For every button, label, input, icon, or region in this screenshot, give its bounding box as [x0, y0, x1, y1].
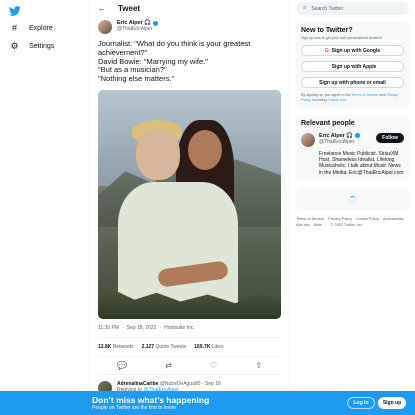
legal-prefix: By signing up, you agree to the — [301, 93, 351, 97]
signup-card: New to Twitter? Sign up now to get your … — [296, 22, 409, 108]
tweet-actions: 💬 ⇄ ♡ ⇪ — [98, 357, 281, 374]
relevant-people-title: Relevant people — [301, 119, 355, 127]
legal-and: and — [379, 93, 386, 97]
signup-title: New to Twitter? — [301, 27, 353, 34]
nav-settings-label: Settings — [29, 43, 55, 50]
verified-badge-icon — [153, 20, 159, 26]
likes-label: Likes — [211, 343, 224, 350]
legal-including: , including — [310, 97, 327, 102]
reply-icon[interactable]: 💬 — [117, 361, 127, 370]
retweets-count: 12.8K — [98, 343, 112, 350]
relevant-bio: Freelance Music Publicist. SiriusXM Host… — [319, 150, 404, 176]
footer-links: Terms of Service Privacy Policy Cookie P… — [296, 216, 409, 228]
apple-signup-button[interactable]: Sign up with Apple — [301, 61, 404, 72]
terms-link[interactable]: Terms of Service — [352, 93, 379, 97]
meta-dot: · — [201, 380, 204, 387]
like-icon[interactable]: ♡ — [210, 361, 217, 370]
nav-settings[interactable]: ⚙ Settings — [10, 42, 54, 51]
avatar[interactable] — [301, 132, 315, 147]
phone-signup-label: Sign up with phone or email — [319, 79, 386, 86]
signup-button[interactable]: Sign up — [378, 397, 406, 409]
google-signup-label: Sign up with Google — [331, 47, 381, 54]
signup-legal: By signing up, you agree to the Terms of… — [301, 93, 404, 103]
tweet-time[interactable]: 11:30 PM — [98, 325, 119, 331]
avatar[interactable] — [98, 20, 112, 34]
tweet-source: Hootsuite Inc. — [164, 324, 195, 331]
google-signup-button[interactable]: G Sign up with Google — [301, 45, 404, 56]
google-icon: G — [324, 47, 329, 54]
hashtag-icon: # — [11, 23, 17, 33]
photo-woman-face — [188, 129, 222, 170]
reply-date: Sep 18 — [204, 380, 221, 387]
tweet-stats: 12.8K Retweets 2,127 Quote Tweets 169.7K… — [98, 344, 281, 350]
loading-spinner-icon — [349, 195, 356, 203]
search-icon: ⌕ — [303, 5, 307, 11]
nav-explore-label: Explore — [29, 25, 53, 32]
tweet-text-line: Journalist: "What do you think is your g… — [98, 39, 251, 57]
quotes-label: Quote Tweets — [155, 343, 187, 350]
bottom-signup-bar: Don’t miss what’s happening People on Tw… — [0, 391, 415, 415]
nav-explore[interactable]: # Explore — [10, 24, 53, 33]
relevant-name: Eric Alper 🎧 — [319, 132, 354, 139]
tweet-text-line: "Nothing else matters." — [98, 74, 175, 84]
follow-button[interactable]: Follow — [376, 132, 404, 143]
tweet: Eric Alper 🎧 @ThatEricAlper Journalist: … — [90, 20, 289, 375]
footer-accessibility[interactable]: Accessibility — [383, 216, 404, 222]
likes-count: 169.7K — [194, 343, 211, 350]
relevant-handle: @ThatEricAlper — [319, 138, 355, 145]
gear-icon: ⚙ — [10, 41, 19, 51]
bottom-bar-title: Don’t miss what’s happening — [92, 395, 210, 405]
back-arrow-icon[interactable]: ← — [98, 4, 106, 13]
apple-signup-label: Sign up with Apple — [331, 63, 377, 70]
retweets-label: Retweets — [112, 343, 134, 350]
share-icon[interactable]: ⇪ — [255, 361, 262, 370]
verified-badge-icon — [355, 133, 361, 139]
search-placeholder: Search Twitter — [311, 5, 344, 12]
tweet-date[interactable]: Sep 18, 2022 — [127, 325, 157, 331]
author-handle[interactable]: @ThatEricAlper — [117, 26, 158, 32]
right-column: ⌕ Search Twitter New to Twitter? Sign up… — [296, 0, 409, 228]
login-button[interactable]: Log in — [347, 397, 375, 409]
retweets-stat[interactable]: 12.8K Retweets — [98, 344, 134, 350]
main-header: ← Tweet — [90, 0, 289, 17]
meta-dot: · — [122, 324, 124, 331]
main-column: ← Tweet Eric Alper 🎧 @ThatEricAlper Jour… — [89, 0, 290, 415]
search-input[interactable]: ⌕ Search Twitter — [296, 2, 409, 15]
left-nav: # Explore ⚙ Settings — [0, 0, 88, 415]
relevant-person[interactable]: Eric Alper 🎧 @ThatEricAlper Follow — [301, 132, 404, 147]
tweet-text: Journalist: "What do you think is your g… — [98, 39, 281, 84]
photo-man-face — [136, 129, 180, 180]
phone-signup-button[interactable]: Sign up with phone or email — [301, 77, 404, 88]
footer-copyright: © 2022 Twitter, Inc. — [330, 223, 364, 228]
retweet-icon[interactable]: ⇄ — [165, 361, 172, 370]
bottom-bar-subtitle: People on Twitter are the first to know. — [92, 405, 177, 411]
twitter-bird-icon[interactable] — [9, 5, 21, 17]
divider — [98, 336, 281, 338]
signup-subtitle: Sign up now to get your own personalized… — [301, 36, 383, 40]
quotes-stat[interactable]: 2,127 Quote Tweets — [142, 344, 187, 350]
likes-stat[interactable]: 169.7K Likes — [194, 344, 223, 350]
loading-card — [296, 188, 409, 211]
cookie-link[interactable]: Cookie Use. — [328, 98, 348, 102]
tweet-meta: 11:30 PM · Sep 18, 2022 · Hootsuite Inc. — [98, 325, 281, 331]
relevant-people-card: Relevant people Eric Alper 🎧 @ThatEricAl… — [296, 114, 409, 182]
tweet-photo[interactable] — [98, 89, 281, 319]
footer-ads[interactable]: Ads info — [296, 222, 310, 228]
quotes-count: 2,127 — [141, 343, 155, 350]
tweet-author: Eric Alper 🎧 @ThatEricAlper — [98, 20, 281, 34]
page-title: Tweet — [118, 4, 141, 13]
footer-more[interactable]: More ... — [314, 222, 327, 228]
meta-dot: · — [159, 324, 162, 331]
